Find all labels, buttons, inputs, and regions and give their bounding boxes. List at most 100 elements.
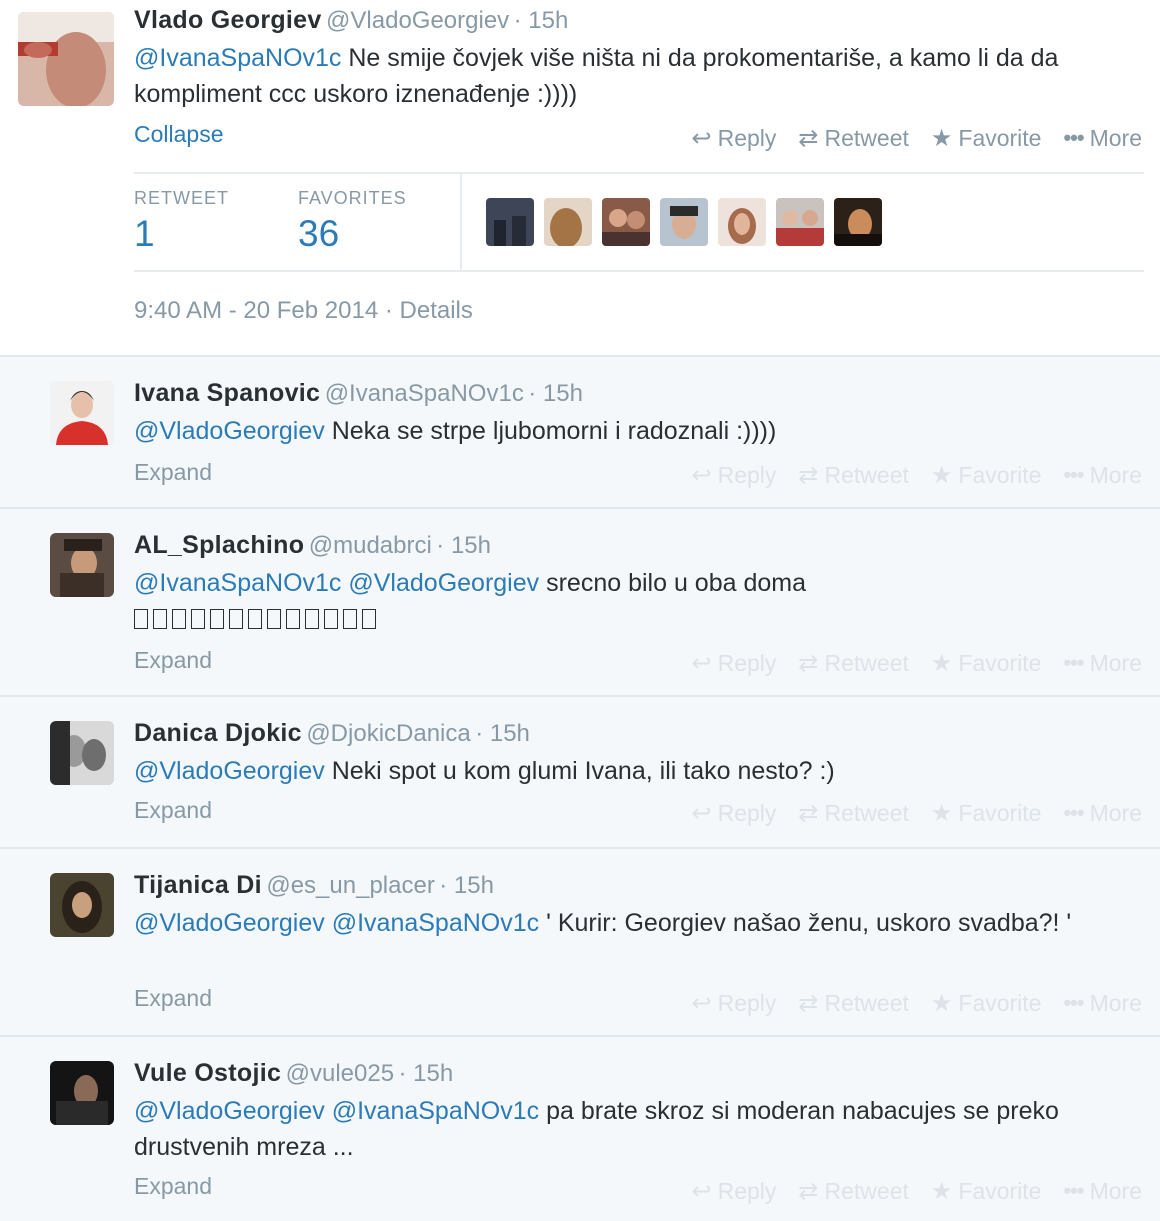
avatar-vlado[interactable] [18,12,114,106]
favorite-button[interactable]: ★ Favorite [931,1177,1042,1205]
author-name[interactable]: Danica Djokic [134,719,302,747]
favorite-label: Favorite [958,649,1042,676]
reply-tweet[interactable]: Vule Ostojic @vule025 · 15h @VladoGeorgi… [0,1035,1160,1221]
reply-button[interactable]: ↩ Reply [691,649,776,677]
reply-button[interactable]: ↩ Reply [691,124,776,152]
author-name[interactable]: Ivana Spanovic [134,379,320,407]
retweet-button[interactable]: ⇄ Retweet [798,124,908,152]
mention-link[interactable]: @VladoGeorgiev [348,569,539,597]
reply-label: Reply [717,1177,777,1204]
tweet-time[interactable]: · 15h [528,380,583,407]
expand-link[interactable]: Expand [134,647,212,674]
more-button[interactable]: ••• More [1063,124,1142,152]
reply-button[interactable]: ↩ Reply [691,461,776,489]
author-handle[interactable]: @es_un_placer [266,872,434,899]
favoriter-avatar[interactable] [776,198,824,246]
expand-link[interactable]: Expand [134,797,212,824]
retweet-label: Retweet [824,461,909,488]
more-button[interactable]: ••• More [1063,1177,1142,1205]
reply-tweet[interactable]: Tijanica Di @es_un_placer · 15h @VladoGe… [0,847,1160,1035]
mention-link[interactable]: @IvanaSpaNOv1c [134,569,341,597]
author-name[interactable]: Vule Ostojic [134,1059,281,1087]
expand-link[interactable]: Expand [134,459,212,486]
author-handle[interactable]: @IvanaSpaNOv1c [325,380,524,407]
expand-link[interactable]: Expand [134,985,212,1012]
more-button[interactable]: ••• More [1063,461,1142,489]
retweet-button[interactable]: ⇄ Retweet [798,1177,908,1205]
author-handle[interactable]: @mudabrci [309,532,432,559]
expand-link[interactable]: Expand [134,1173,212,1200]
reply-header: Tijanica Di @es_un_placer · 15h [134,871,494,900]
tweet-time[interactable]: · 15h [399,1060,454,1087]
avatar-ivana[interactable] [50,381,114,445]
reply-body: srecno bilo u oba doma [546,569,806,597]
favoriter-avatar[interactable] [486,198,534,246]
star-icon: ★ [930,799,953,827]
retweet-icon: ⇄ [798,799,819,827]
retweet-button[interactable]: ⇄ Retweet [798,989,908,1017]
avatar-danica[interactable] [50,721,114,785]
favoriter-avatar[interactable] [602,198,650,246]
mention-link[interactable]: @IvanaSpaNOv1c [332,909,539,937]
favorite-button[interactable]: ★ Favorite [931,124,1042,152]
favorite-button[interactable]: ★ Favorite [931,649,1042,677]
author-handle[interactable]: @DjokicDanica [306,720,470,747]
retweet-stat[interactable]: RETWEET 1 [134,188,229,255]
reply-tweet[interactable]: Danica Djokic @DjokicDanica · 15h @Vlado… [0,695,1160,847]
tweet-time[interactable]: · 15h [514,7,569,34]
author-name[interactable]: Vlado Georgiev [134,6,322,34]
reply-button[interactable]: ↩ Reply [691,989,776,1017]
favoriter-avatar[interactable] [834,198,882,246]
mention-link[interactable]: @IvanaSpaNOv1c [134,44,341,72]
avatar-vule[interactable] [50,1061,114,1125]
tweet-timestamp[interactable]: 9:40 AM - 20 Feb 2014 [134,297,378,324]
more-button[interactable]: ••• More [1063,989,1142,1017]
more-button[interactable]: ••• More [1063,799,1142,827]
more-dots-icon: ••• [1063,1178,1084,1203]
star-icon: ★ [930,124,953,152]
reply-header: AL_Splachino @mudabrci · 15h [134,531,491,560]
favorite-label: Favorite [958,461,1042,488]
mention-link[interactable]: @VladoGeorgiev [134,757,325,785]
favoriter-avatar[interactable] [718,198,766,246]
reply-tweet[interactable]: Ivana Spanovic @IvanaSpaNOv1c · 15h @Vla… [0,355,1160,507]
author-name[interactable]: Tijanica Di [134,871,262,899]
tweet-time[interactable]: · 15h [475,720,530,747]
author-handle[interactable]: @vule025 [286,1060,394,1087]
details-link[interactable]: Details [400,297,473,324]
mention-link[interactable]: @IvanaSpaNOv1c [332,1097,539,1125]
avatar-al-splachino[interactable] [50,533,114,597]
retweet-button[interactable]: ⇄ Retweet [798,799,908,827]
tweet-time[interactable]: · 15h [439,872,494,899]
favorite-button[interactable]: ★ Favorite [931,461,1042,489]
more-label: More [1089,989,1142,1016]
reply-tweet[interactable]: AL_Splachino @mudabrci · 15h @IvanaSpaNO… [0,507,1160,695]
favoriter-avatar[interactable] [544,198,592,246]
collapse-link[interactable]: Collapse [134,121,224,148]
star-icon: ★ [930,1177,953,1205]
mention-link[interactable]: @VladoGeorgiev [134,909,325,937]
favorites-stat[interactable]: FAVORITES 36 [298,188,407,255]
author-handle[interactable]: @VladoGeorgiev [326,7,509,34]
reply-label: Reply [717,461,777,488]
reply-header: Danica Djokic @DjokicDanica · 15h [134,719,530,748]
retweet-icon: ⇄ [798,1177,819,1205]
retweet-icon: ⇄ [798,649,819,677]
reply-button[interactable]: ↩ Reply [691,1177,776,1205]
favorite-button[interactable]: ★ Favorite [931,799,1042,827]
more-button[interactable]: ••• More [1063,649,1142,677]
favorite-button[interactable]: ★ Favorite [931,989,1042,1017]
retweet-button[interactable]: ⇄ Retweet [798,649,908,677]
more-dots-icon: ••• [1063,125,1084,150]
reply-text: @IvanaSpaNOv1c @VladoGeorgiev srecno bil… [134,565,1134,637]
retweet-button[interactable]: ⇄ Retweet [798,461,908,489]
avatar-tijanica[interactable] [50,873,114,937]
mention-link[interactable]: @VladoGeorgiev [134,417,325,445]
author-name[interactable]: AL_Splachino [134,531,304,559]
mention-link[interactable]: @VladoGeorgiev [134,1097,325,1125]
reply-button[interactable]: ↩ Reply [691,799,776,827]
favorite-label: Favorite [958,989,1042,1016]
favoriter-avatar[interactable] [660,198,708,246]
retweet-icon: ⇄ [798,124,819,152]
tweet-time[interactable]: · 15h [436,532,491,559]
